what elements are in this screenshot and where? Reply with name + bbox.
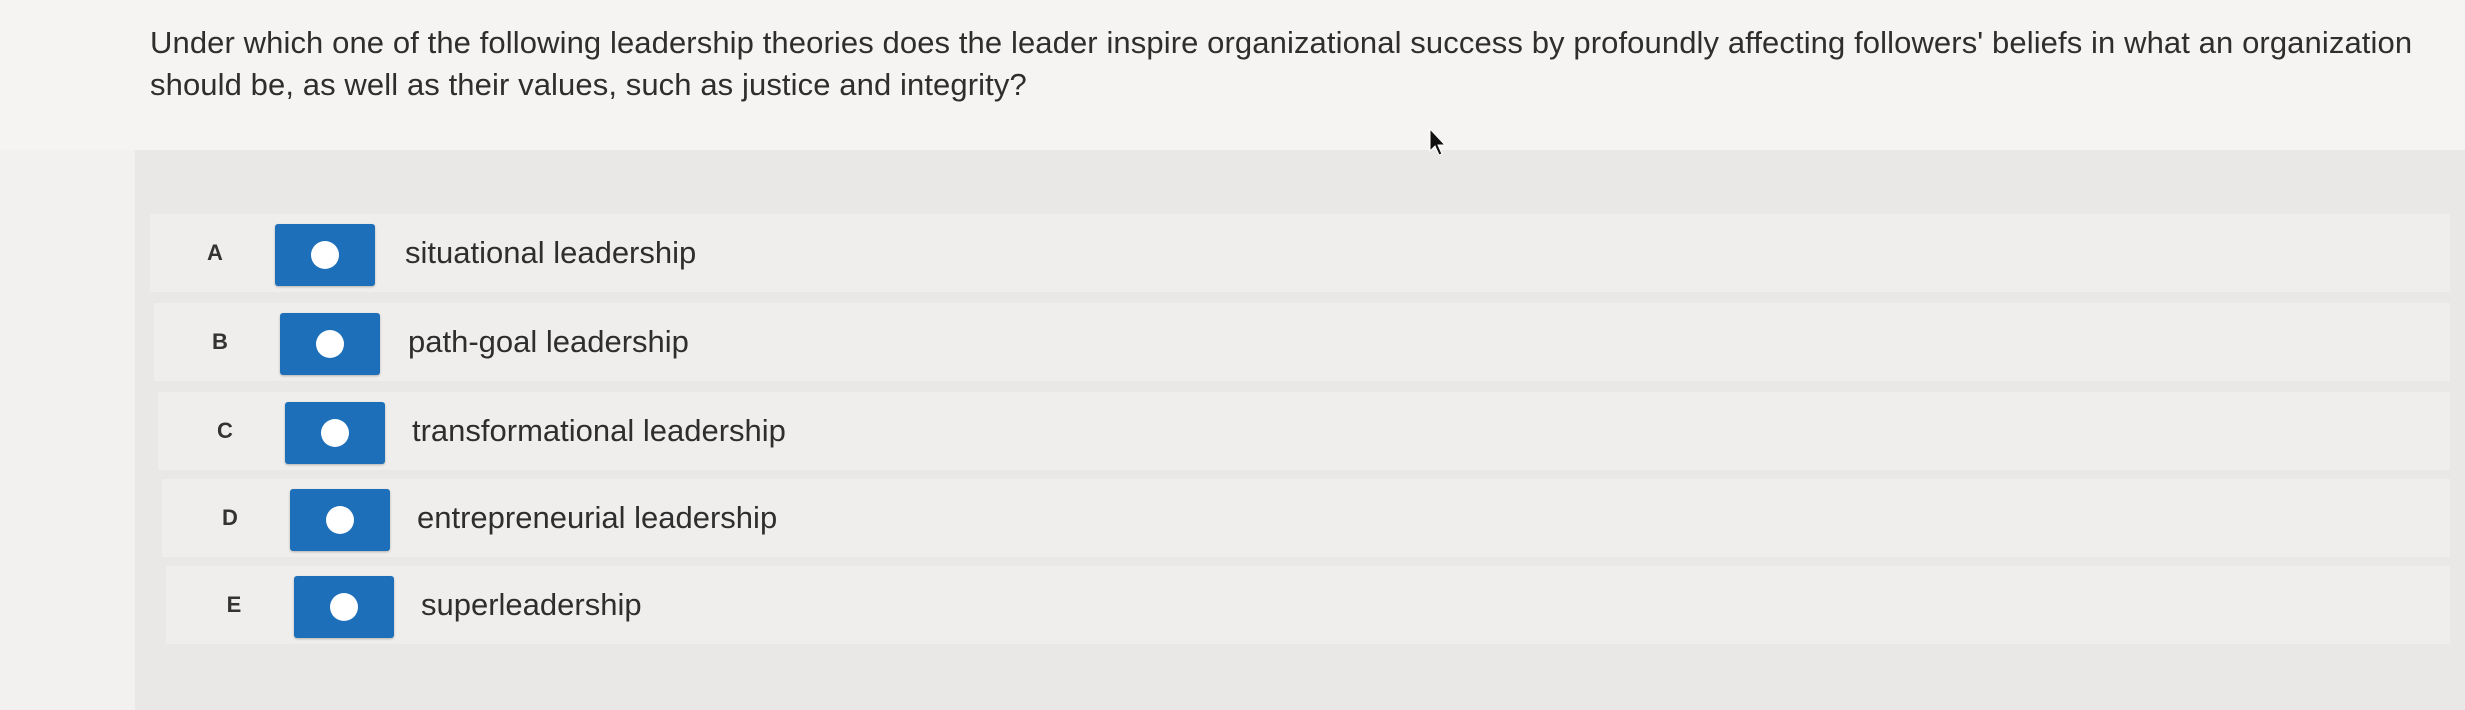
choice-letter: B [212,329,228,354]
radio-button-e[interactable] [294,576,394,638]
choice-row-d[interactable]: D entrepreneurial leadership [162,479,2450,557]
choice-letter: A [207,240,223,265]
question-header: Under which one of the following leaders… [0,0,2465,150]
choice-letter: D [222,505,238,530]
choice-row-c[interactable]: C transformational leadership [158,392,2450,470]
radio-dot-icon [330,593,358,621]
question-text: Under which one of the following leaders… [150,25,2413,102]
radio-dot-icon [316,330,344,358]
choice-label: entrepreneurial leadership [417,500,778,535]
choice-row-a[interactable]: A situational leadership [150,214,2450,292]
choice-label: superleadership [421,587,642,622]
choice-label: transformational leadership [412,413,786,448]
choice-label: situational leadership [405,235,697,270]
radio-button-d[interactable] [290,489,390,551]
radio-button-a[interactable] [275,224,375,286]
radio-dot-icon [326,506,354,534]
choice-label: path-goal leadership [408,324,689,359]
choice-letter: E [226,592,242,617]
radio-button-c[interactable] [285,402,385,464]
radio-dot-icon [321,419,349,447]
choice-letter: C [217,418,233,443]
radio-button-b[interactable] [280,313,380,375]
choice-row-e[interactable]: E superleadership [166,566,2450,644]
radio-dot-icon [311,241,339,269]
choice-row-b[interactable]: B path-goal leadership [154,303,2450,381]
mouse-pointer-icon [1429,128,1447,156]
